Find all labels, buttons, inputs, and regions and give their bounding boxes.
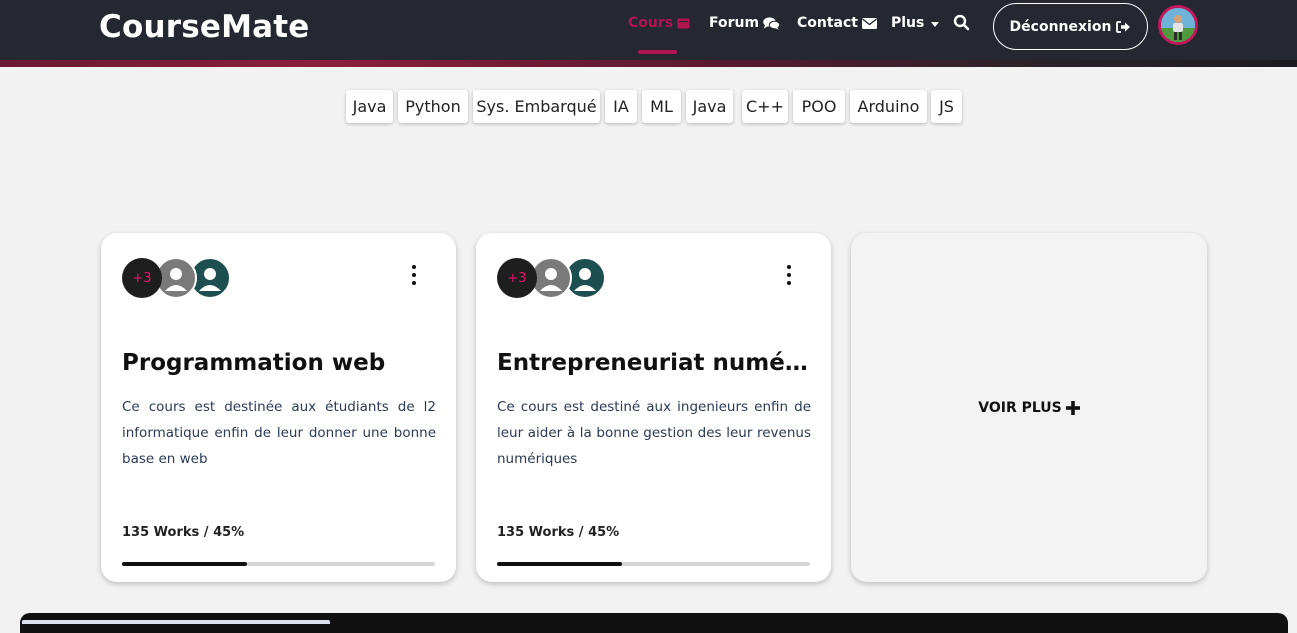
tag-chip[interactable]: Sys. Embarqué xyxy=(473,90,600,123)
tag-chip[interactable]: JS xyxy=(931,90,962,123)
tag-chip[interactable]: Arduino xyxy=(850,90,927,123)
course-title[interactable]: Entrepreneuriat numérique xyxy=(497,350,817,376)
nav-item-label: Plus xyxy=(891,15,925,31)
more-options-icon[interactable] xyxy=(781,263,797,287)
course-description: Ce cours est destinée aux étudiants de l… xyxy=(122,399,436,467)
course-card[interactable]: +3 Entrepreneuriat numérique Ce cours es… xyxy=(476,233,831,582)
member-avatars: +3 xyxy=(122,257,232,299)
see-more-card[interactable]: VOIR PLUS xyxy=(851,233,1207,582)
see-more-button[interactable]: VOIR PLUS xyxy=(978,400,1080,416)
progress-fill xyxy=(122,562,248,566)
extra-members-badge: +3 xyxy=(497,258,537,298)
progress-fill xyxy=(497,562,623,566)
logout-label: Déconnexion xyxy=(1009,18,1112,35)
nav-item-forum[interactable]: Forum xyxy=(709,15,781,31)
comments-icon xyxy=(763,16,781,30)
tag-chip[interactable]: Python xyxy=(398,90,468,123)
user-icon xyxy=(165,268,187,291)
see-more-label: VOIR PLUS xyxy=(978,399,1062,416)
tag-chip[interactable]: POO xyxy=(793,90,845,123)
search-icon[interactable] xyxy=(953,14,971,32)
nav-item-contact[interactable]: Contact xyxy=(797,15,877,31)
nav-item-cours[interactable]: Cours xyxy=(628,15,690,31)
tag-chip[interactable]: Java xyxy=(346,90,393,123)
nav-item-label: Cours xyxy=(628,15,674,31)
progress-bar xyxy=(497,562,810,566)
tag-filter-bar: Java Python Sys. Embarqué IA ML Java C++… xyxy=(0,90,1297,125)
progress-bar xyxy=(122,562,435,566)
extra-members-badge: +3 xyxy=(122,258,162,298)
course-description: Ce cours est destiné aux ingenieurs enfi… xyxy=(497,399,811,467)
envelope-icon xyxy=(862,17,877,29)
active-nav-indicator xyxy=(638,50,677,54)
nav-item-label: Contact xyxy=(797,15,858,31)
user-avatar[interactable] xyxy=(1158,5,1198,45)
tag-chip[interactable]: Java xyxy=(686,90,733,123)
nav-item-label: Forum xyxy=(709,15,760,31)
course-works: 135 Works / 45% xyxy=(497,525,620,540)
nav-item-plus-dropdown[interactable]: Plus xyxy=(891,15,940,31)
tag-chip[interactable]: C++ xyxy=(742,90,788,123)
user-icon xyxy=(540,268,562,291)
tag-chip[interactable]: IA xyxy=(605,90,637,123)
bottom-panel-tab xyxy=(22,620,330,624)
member-avatars: +3 xyxy=(497,257,607,299)
tag-chip[interactable]: ML xyxy=(642,90,681,123)
navbar-accent-strip xyxy=(0,60,1297,67)
course-card[interactable]: +3 Programmation web Ce cours est destin… xyxy=(101,233,456,582)
sign-out-icon xyxy=(1116,20,1131,33)
user-photo xyxy=(1161,8,1195,42)
brand-logo[interactable]: CourseMate xyxy=(99,9,310,45)
caret-down-icon xyxy=(931,21,940,27)
logout-button[interactable]: Déconnexion xyxy=(993,3,1148,50)
course-title[interactable]: Programmation web xyxy=(122,350,442,376)
course-works: 135 Works / 45% xyxy=(122,525,245,540)
book-icon xyxy=(677,18,690,28)
more-options-icon[interactable] xyxy=(406,263,422,287)
plus-icon xyxy=(1065,400,1080,415)
